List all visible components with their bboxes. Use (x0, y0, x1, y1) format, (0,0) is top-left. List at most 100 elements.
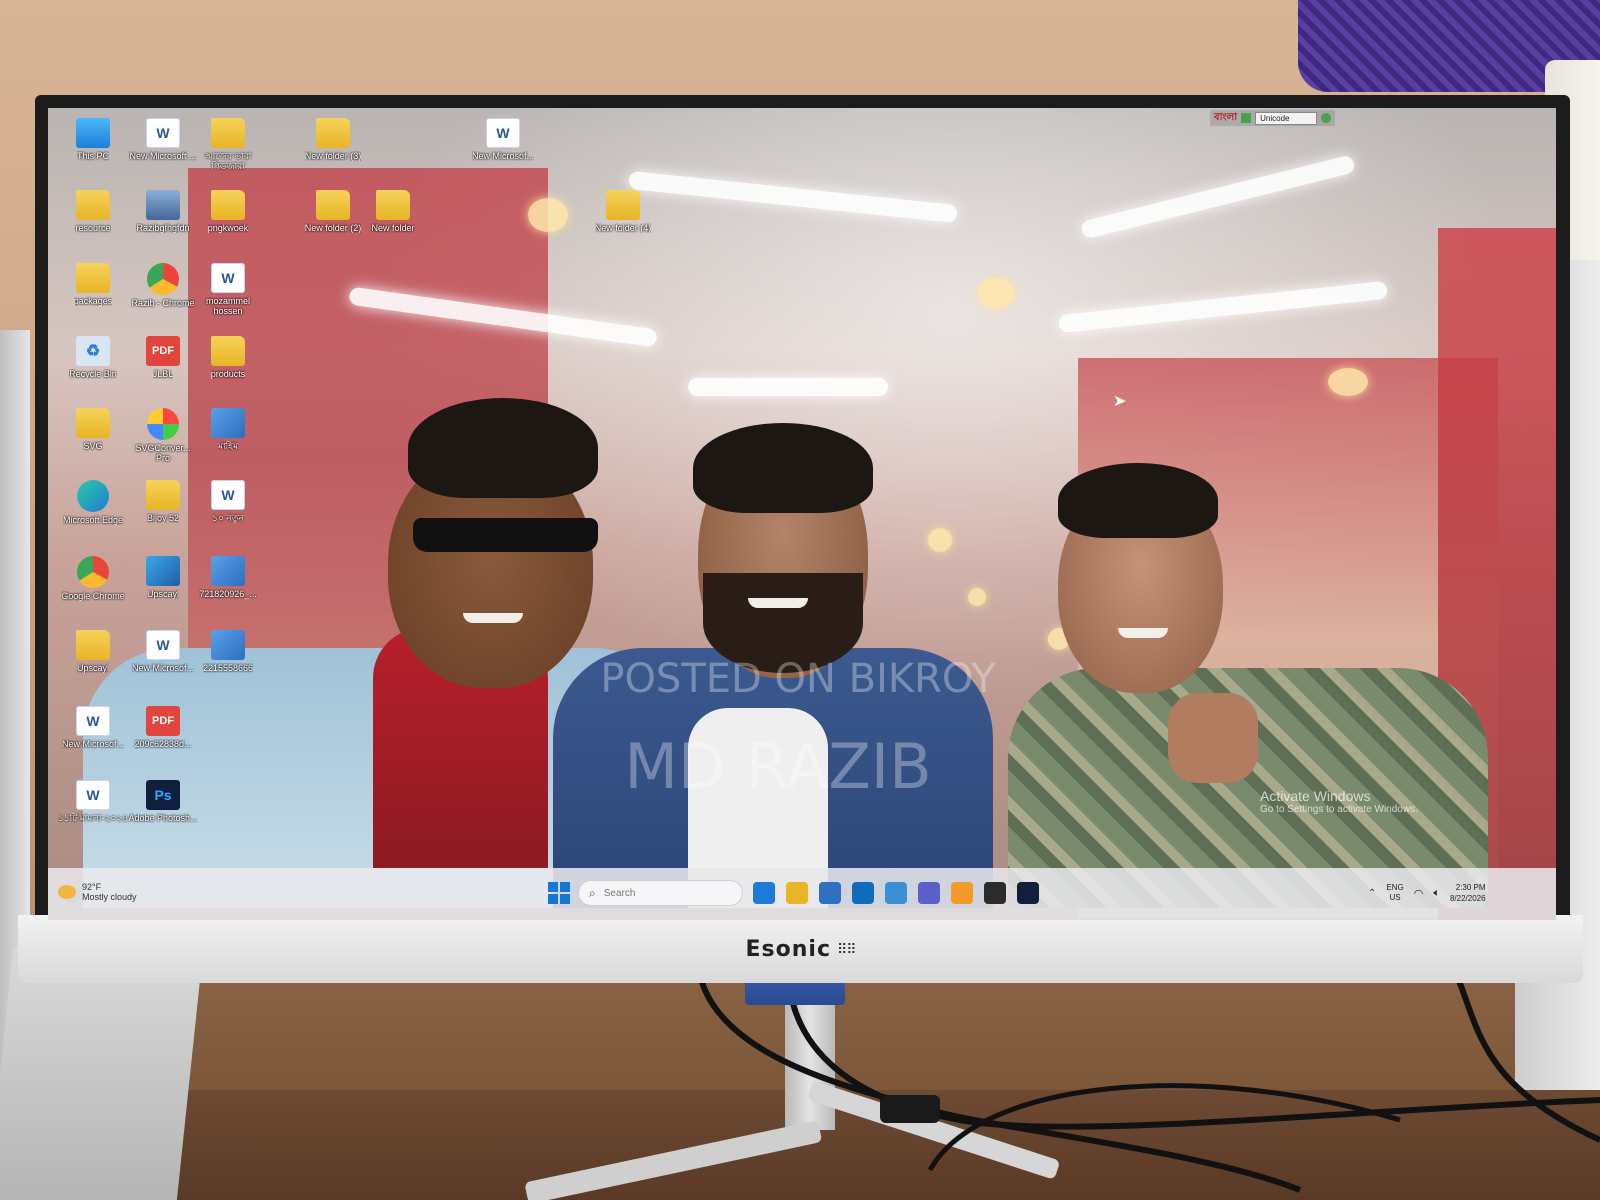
desktop-icon[interactable]: Bijoy 52 (128, 480, 198, 523)
chrome-icon (147, 263, 179, 295)
desktop-icon[interactable]: W New Microsof... (58, 706, 128, 749)
desktop-screen: POSTED ON BIKROY MD RAZIB বাংলা Unicode … (48, 108, 1556, 920)
desktop-icon[interactable]: W ১০ নতুন (193, 480, 263, 523)
desktop-icon-label: Upscayl (76, 663, 109, 673)
desktop-icon[interactable]: W New Microsof... (468, 118, 538, 161)
copilot-icon[interactable] (951, 882, 973, 904)
desktop-icon-label: New folder (2) (304, 223, 362, 233)
status-icon[interactable] (1321, 113, 1332, 123)
folder-icon (211, 118, 245, 148)
widgets-icon[interactable] (885, 882, 907, 904)
desktop-icon-label: New Microsof... (131, 663, 194, 673)
word-doc-icon: W (211, 480, 245, 510)
desktop-icon[interactable]: PDF 209c62838d... (128, 706, 198, 749)
desktop-icon[interactable]: packages (58, 263, 128, 306)
clock-time: 2:30 PM (1455, 883, 1486, 892)
taskbar-clock[interactable]: 2:30 PM 8/22/2026 (1450, 882, 1486, 904)
desktop-icon-label: New Microsof... (471, 151, 534, 161)
obs-icon[interactable] (984, 882, 1006, 904)
desktop-icon[interactable]: Wmozammel hossen (193, 263, 263, 316)
pdf-icon: PDF (146, 336, 180, 366)
teams-icon[interactable] (918, 882, 940, 904)
folder-icon (316, 118, 350, 148)
desktop-icon[interactable]: Razib - Chrome (128, 263, 198, 308)
photo-icon (146, 190, 180, 220)
desktop-icon[interactable]: products (193, 336, 263, 379)
watermark-name: MD RAZIB (624, 730, 932, 803)
desktop-icon-label: Adobe Photosh... (128, 813, 198, 823)
bangla-language-bar[interactable]: বাংলা Unicode (1210, 110, 1336, 126)
desktop-icon[interactable]: W New Microsoft ... (128, 118, 198, 161)
desktop-icon[interactable]: New folder (358, 190, 428, 233)
desktop-icon[interactable]: New folder (4) (588, 190, 658, 233)
desktop-icon[interactable]: W ১১টি মামলা-২০২৪ (58, 780, 128, 823)
desktop-icon-label: Bijoy 52 (146, 513, 180, 523)
desktop-icon[interactable]: Upscayl (58, 630, 128, 673)
desktop-icon[interactable]: Google Chrome (58, 556, 128, 601)
folder-icon (211, 336, 245, 366)
edge-icon[interactable] (753, 882, 775, 904)
desktop-icon-label: New folder (4) (594, 223, 652, 233)
desktop-icon-label: Google Chrome (61, 591, 125, 601)
desktop-icon[interactable]: Ps Adobe Photosh... (128, 780, 198, 823)
desktop-icon-label: Upscayl (146, 589, 179, 599)
folder-icon (76, 263, 110, 293)
desktop-icon-label: SVGConver... Pro (135, 443, 191, 463)
desktop-icon-label: New folder (371, 223, 415, 233)
desktop-icon[interactable]: Razibgfhgfdn (128, 190, 198, 233)
desktop-icon[interactable]: PDF JLBL (128, 336, 198, 379)
desktop-icon-label: মাহিম (218, 441, 238, 451)
monitor-chin: Esonic ⠿⠿ (18, 915, 1583, 983)
desktop-icon[interactable]: W New Microsof... (128, 630, 198, 673)
desktop-icon[interactable]: This PC (58, 118, 128, 161)
desktop-icon-label: New folder (3) (304, 151, 362, 161)
mouse-cursor-icon: ➤ (1113, 393, 1127, 410)
desktop-icon[interactable]: SVG (58, 408, 128, 451)
desktop-icon-label: 2215558666 (202, 663, 254, 673)
wifi-icon[interactable]: ◠ (1414, 887, 1424, 900)
partly-cloudy-icon (58, 885, 76, 899)
folder-icon (146, 480, 180, 510)
sunglasses (413, 518, 598, 552)
desktop-icon[interactable]: 721820926_... (193, 556, 263, 599)
desktop-icon-label: Razib - Chrome (131, 298, 195, 308)
store-icon[interactable] (819, 882, 841, 904)
folder-icon (76, 408, 110, 438)
word-doc-icon: W (146, 118, 180, 148)
keyboard-layout-icon[interactable] (1241, 113, 1252, 123)
input-language-indicator[interactable]: ENG US (1386, 883, 1403, 903)
file-explorer-icon[interactable] (786, 882, 808, 904)
weather-widget[interactable]: 92°F Mostly cloudy (58, 882, 137, 902)
weather-description: Mostly cloudy (82, 892, 137, 902)
activate-windows-notice: Activate Windows Go to Settings to activ… (1260, 788, 1418, 815)
chrome-icon (77, 556, 109, 588)
desktop-icon[interactable]: মাহিম (193, 408, 263, 451)
desktop-icon[interactable]: ♻ Recycle Bin (58, 336, 128, 379)
folder-icon (606, 190, 640, 220)
taskbar-search-box[interactable]: ⌕ Search (578, 880, 743, 906)
encoding-select[interactable]: Unicode (1255, 111, 1318, 125)
folder-icon (76, 190, 110, 220)
chevron-up-icon[interactable]: ⌃ (1368, 888, 1376, 899)
language-code: ENG (1386, 883, 1404, 892)
outlook-icon[interactable] (852, 882, 874, 904)
desktop-icon[interactable]: Upscayl (128, 556, 198, 599)
desktop-icon[interactable]: Microsoft Edge (58, 480, 128, 525)
desktop-icon[interactable]: pngkwoek (193, 190, 263, 233)
system-tray: ⌃ ENG US ◠ 🔈︎ 2:30 PM 8/22/2026 (1368, 882, 1486, 904)
windows-start-button[interactable] (548, 882, 570, 904)
desktop-icon-label: ১০ নতুন (212, 513, 244, 523)
svg-converter-icon (147, 408, 179, 440)
volume-icon[interactable]: 🔈︎ (1433, 887, 1440, 900)
desktop-icon[interactable]: 2215558666 (193, 630, 263, 673)
bangla-label: বাংলা (1214, 111, 1238, 123)
desktop-icon-label: SVG (83, 441, 103, 451)
image-icon (211, 408, 245, 438)
desktop-icon[interactable]: SVGConver... Pro (128, 408, 198, 463)
desktop-icon[interactable]: আজের ভারা পিডজারা (193, 118, 263, 171)
photoshop-icon[interactable] (1017, 882, 1039, 904)
desktop-icon[interactable]: resource (58, 190, 128, 233)
desktop-icon-label: New Microsof... (61, 739, 124, 749)
desktop-icon-label: mozammel hossen (205, 296, 250, 316)
desktop-icon[interactable]: New folder (3) (298, 118, 368, 161)
